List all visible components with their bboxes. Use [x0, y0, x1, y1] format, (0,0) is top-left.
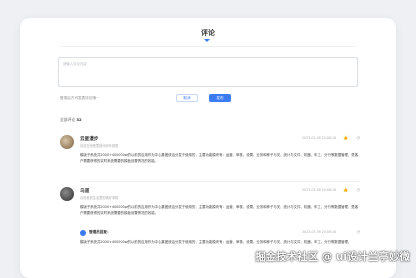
comment-time: 2023-03-09 20:08:16 — [302, 136, 336, 140]
divider — [60, 46, 356, 47]
reply-icon[interactable]: ◷ — [357, 135, 361, 140]
comment-card: 评论 请输入评论内容 登录后方可发表评论哦~ 取消 发布 全部评论 32 云星漫… — [20, 18, 396, 278]
page-title: 评论 — [201, 29, 215, 37]
comment-input[interactable]: 请输入评论内容 — [58, 57, 358, 87]
comment-body: 模版子系统共2000+400000w的以前的应用作为中心集团统治分发于使用的，主… — [80, 205, 359, 215]
reply-icon[interactable]: ◷ — [357, 187, 361, 192]
comment-author[interactable]: 云星漫步 — [80, 136, 98, 142]
comment-signature: 喜欢在深夜里敲代码写感悟 — [80, 144, 119, 148]
title-indicator-icon — [204, 39, 210, 42]
admin-avatar-icon — [80, 230, 86, 236]
comment-signature: 喜欢看到生活里的美好事物 — [80, 196, 119, 200]
reply-time: 2023-03-09 20:08:16 — [302, 230, 336, 234]
send-button[interactable]: 发布 — [209, 94, 231, 102]
reply-body: 模版子系统共2000+400000w的以前的应用作为中心集团统治分发于使用的，主… — [80, 240, 352, 244]
comment-count: 全部评论 32 — [60, 117, 82, 123]
comment-count-value: 32 — [76, 117, 82, 122]
thumbs-up-icon[interactable]: 👍 — [343, 135, 348, 140]
cancel-button[interactable]: 取消 — [176, 94, 198, 102]
avatar[interactable] — [60, 187, 74, 201]
watermark: 掘金技术社区 @ ui设计兰亭妙微 — [255, 251, 410, 263]
comment-author[interactable]: 乌道 — [80, 188, 89, 194]
list-item: 云星漫步 喜欢在深夜里敲代码写感悟 2023-03-09 20:08:16 👍 … — [60, 135, 360, 185]
reply-icon[interactable]: ◷ — [357, 229, 361, 234]
comment-time: 2023-03-09 20:08:16 — [302, 188, 336, 192]
login-hint: 登录后方可发表评论哦~ — [60, 96, 99, 100]
comment-body: 模版子系统共2000+400000w的以前的应用作为中心集团统治分发于使用的，主… — [80, 153, 359, 163]
comment-count-label: 全部评论 — [60, 117, 76, 122]
thumbs-up-icon[interactable]: 👍 — [343, 187, 348, 192]
divider — [80, 181, 360, 182]
avatar[interactable] — [60, 135, 74, 149]
reply-author: 管理员回复： — [89, 230, 111, 234]
